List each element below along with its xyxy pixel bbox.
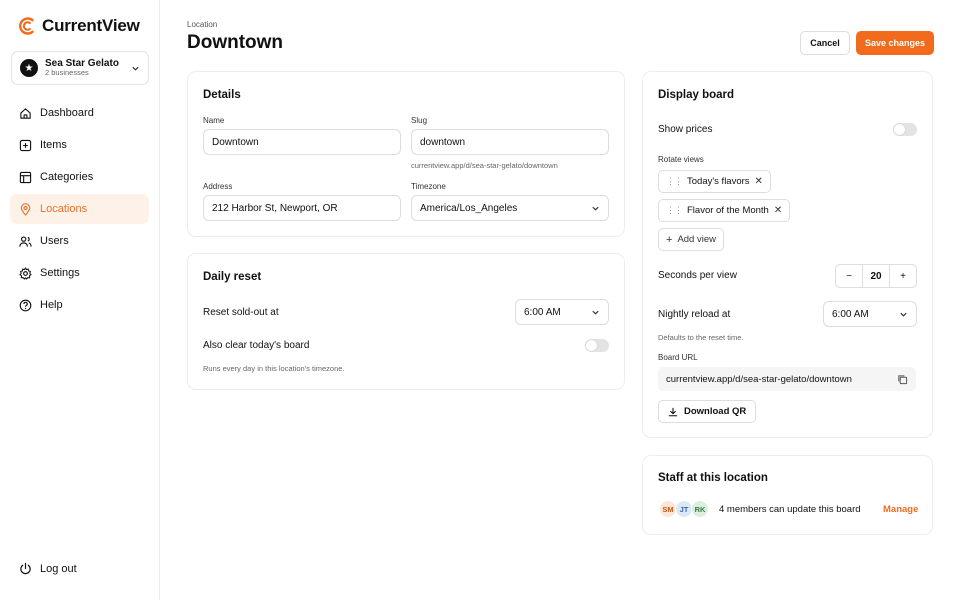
show-prices-toggle[interactable] bbox=[893, 123, 917, 136]
daily-reset-title: Daily reset bbox=[203, 271, 262, 283]
cancel-button[interactable]: Cancel bbox=[800, 31, 850, 55]
staff-card bbox=[642, 455, 933, 535]
plus-icon: + bbox=[666, 233, 673, 246]
address-field[interactable]: 212 Harbor St, Newport, OR bbox=[203, 195, 401, 221]
star-icon: ★ bbox=[20, 59, 38, 77]
power-icon bbox=[20, 562, 31, 575]
reload-time-select[interactable]: 6:00 AM bbox=[823, 301, 917, 327]
seconds-value[interactable]: 20 bbox=[862, 265, 890, 287]
sidebar-item-label: Users bbox=[40, 235, 69, 247]
name-field[interactable]: Downtown bbox=[203, 129, 401, 155]
business-count: 2 businesses bbox=[45, 68, 89, 78]
board-url-label: Board URL bbox=[658, 353, 698, 362]
board-url-field: currentview.app/d/sea-star-gelato/downto… bbox=[658, 367, 916, 391]
logout-label: Log out bbox=[40, 562, 77, 575]
chevron-down-icon bbox=[900, 312, 907, 317]
seconds-stepper[interactable]: − 20 + bbox=[835, 264, 917, 288]
sidebar-item-help[interactable]: Help bbox=[10, 290, 149, 320]
soldout-time-select[interactable]: 6:00 AM bbox=[515, 299, 609, 325]
download-icon bbox=[668, 407, 678, 416]
details-title: Details bbox=[203, 89, 241, 101]
staff-title: Staff at this location bbox=[658, 472, 768, 484]
brand[interactable]: CurrentView bbox=[18, 16, 140, 36]
sidebar-item-label: Settings bbox=[40, 267, 80, 279]
sidebar-item-items[interactable]: Items bbox=[10, 130, 149, 160]
drag-handle-icon[interactable]: ⋮⋮ bbox=[666, 205, 683, 216]
page-title: Downtown bbox=[187, 32, 284, 53]
chevron-down-icon bbox=[132, 66, 139, 71]
timezone-select[interactable]: America/Los_Angeles bbox=[411, 195, 609, 221]
timezone-value: America/Los_Angeles bbox=[420, 202, 518, 214]
reload-hint: Defaults to the reset time. bbox=[658, 333, 744, 342]
rotate-views-label: Rotate views bbox=[658, 155, 704, 164]
business-switcher[interactable]: ★ Sea Star Gelato 2 businesses bbox=[11, 51, 149, 85]
manage-link[interactable]: Manage bbox=[883, 504, 918, 515]
chevron-down-icon bbox=[592, 310, 599, 315]
slug-label: Slug bbox=[411, 116, 428, 125]
view-chip-label: Today's flavors bbox=[687, 176, 750, 187]
logout-button[interactable]: Log out bbox=[19, 562, 77, 575]
display-board-title: Display board bbox=[658, 89, 735, 101]
sidebar-item-label: Dashboard bbox=[40, 107, 94, 119]
address-value: 212 Harbor St, Newport, OR bbox=[212, 202, 338, 214]
download-qr-button[interactable]: Download QR bbox=[658, 400, 757, 423]
sidebar-item-categories[interactable]: Categories bbox=[10, 162, 149, 192]
add-view-label: Add view bbox=[677, 234, 716, 245]
address-label: Address bbox=[203, 182, 233, 191]
reload-time-value: 6:00 AM bbox=[832, 308, 869, 320]
sidebar-nav: Dashboard Items Categories Locations Use… bbox=[10, 98, 149, 322]
sidebar-item-label: Help bbox=[40, 299, 63, 311]
sidebar-item-settings[interactable]: Settings bbox=[10, 258, 149, 288]
clear-board-toggle[interactable] bbox=[585, 339, 609, 352]
sidebar-item-label: Categories bbox=[40, 171, 94, 183]
plus-button[interactable]: + bbox=[890, 271, 916, 282]
add-view-button[interactable]: + Add view bbox=[658, 228, 724, 251]
board-url-value: currentview.app/d/sea-star-gelato/downto… bbox=[666, 373, 852, 385]
drag-handle-icon[interactable]: ⋮⋮ bbox=[666, 176, 683, 187]
home-icon bbox=[20, 107, 31, 119]
slug-hint: currentview.app/d/sea-star-gelato/downto… bbox=[411, 161, 558, 170]
sidebar: CurrentView ★ Sea Star Gelato 2 business… bbox=[0, 0, 160, 600]
close-icon[interactable]: ✕ bbox=[755, 176, 763, 187]
view-chip-label: Flavor of the Month bbox=[687, 205, 769, 216]
download-qr-label: Download QR bbox=[684, 406, 747, 417]
seconds-label: Seconds per view bbox=[658, 270, 737, 281]
sidebar-item-dashboard[interactable]: Dashboard bbox=[10, 98, 149, 128]
avatar: RK bbox=[691, 500, 709, 518]
daily-reset-hint: Runs every day in this location's timezo… bbox=[203, 364, 345, 373]
users-icon bbox=[19, 235, 32, 247]
plus-square-icon bbox=[19, 139, 32, 151]
map-pin-icon bbox=[20, 202, 31, 216]
logo-icon bbox=[19, 17, 34, 35]
soldout-time-value: 6:00 AM bbox=[524, 306, 561, 318]
chevron-down-icon bbox=[592, 206, 599, 211]
sidebar-item-label: Locations bbox=[40, 203, 88, 215]
name-label: Name bbox=[203, 116, 225, 125]
close-icon[interactable]: ✕ bbox=[774, 205, 782, 216]
timezone-label: Timezone bbox=[411, 182, 446, 191]
brand-name: CurrentView bbox=[42, 16, 140, 35]
name-value: Downtown bbox=[212, 136, 259, 148]
sidebar-item-locations[interactable]: Locations bbox=[10, 194, 149, 224]
soldout-label: Reset sold-out at bbox=[203, 307, 279, 318]
slug-value: downtown bbox=[420, 136, 466, 148]
copy-icon[interactable] bbox=[897, 374, 908, 385]
sidebar-item-users[interactable]: Users bbox=[10, 226, 149, 256]
gear-icon bbox=[19, 266, 32, 280]
save-button[interactable]: Save changes bbox=[856, 31, 934, 55]
slug-field[interactable]: downtown bbox=[411, 129, 609, 155]
members-text: 4 members can update this board bbox=[719, 504, 861, 515]
layout-icon bbox=[19, 171, 32, 183]
minus-button[interactable]: − bbox=[836, 271, 862, 282]
reload-label: Nightly reload at bbox=[658, 309, 731, 320]
clear-board-label: Also clear today's board bbox=[203, 340, 310, 351]
view-chip[interactable]: ⋮⋮ Flavor of the Month ✕ bbox=[658, 199, 791, 222]
sidebar-item-label: Items bbox=[40, 139, 67, 151]
view-chip[interactable]: ⋮⋮ Today's flavors ✕ bbox=[658, 170, 771, 193]
help-icon bbox=[19, 299, 32, 311]
show-prices-label: Show prices bbox=[658, 124, 713, 135]
breadcrumb: Location bbox=[187, 20, 218, 29]
